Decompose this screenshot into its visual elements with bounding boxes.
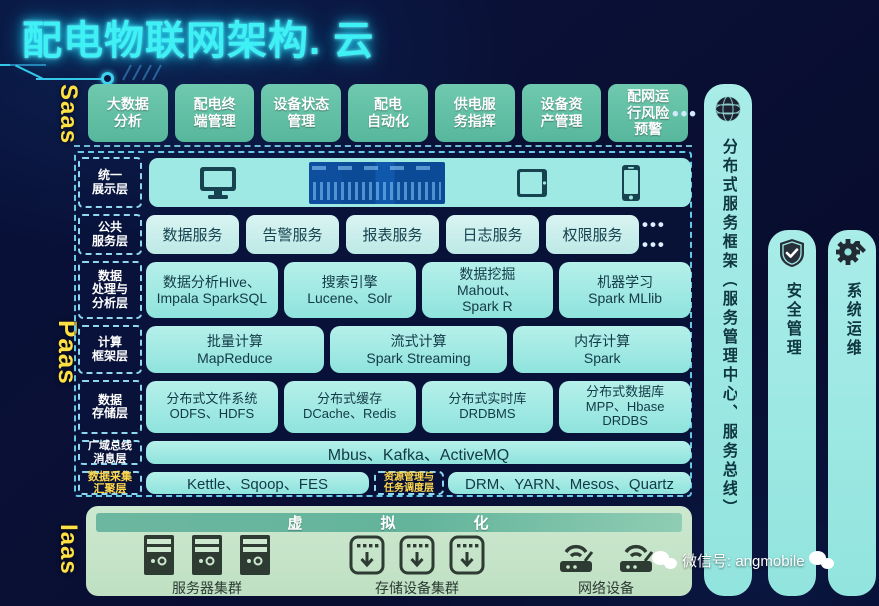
watermark: 微信号: angmobile (652, 550, 835, 571)
iaas-group-storage: 存储设备集群 (302, 535, 532, 596)
row-label-schedule: 资源管理与 任务调度层 (374, 471, 444, 495)
page-title: 配电物联网架构. 云 (22, 19, 375, 63)
iaas-caption-network: 网络设备 (578, 580, 634, 596)
iaas-panel: 虚 拟 化 服务器集群 存储设备集群 网络设备 (86, 506, 692, 596)
paas-cell[interactable]: 机器学习 Spark MLlib (559, 262, 691, 318)
network-globe-icon (713, 94, 743, 129)
saas-card[interactable]: 配电 自动化 (348, 84, 428, 142)
paas-panel: 统一 展示层 公共 服务层 数据服务 告警服务 报表服务 日志服务 权限服务 •… (74, 151, 692, 497)
virtualization-char: 化 (473, 515, 491, 532)
side-panel-distributed-service-framework[interactable]: 分布式服务框架（服务管理中心、服务总线） (704, 84, 752, 596)
row-label-public-service: 公共 服务层 (78, 214, 142, 255)
service-chip[interactable]: 报表服务 (346, 215, 439, 254)
tier-label-iaas: Iaas (55, 524, 82, 575)
storage-icon (349, 535, 385, 575)
saas-paas-divider (74, 145, 692, 147)
storage-icon (449, 535, 485, 575)
row-wide-area-bus-layer: 广域总线 消息层 Mbus、Kafka、ActiveMQ (76, 438, 694, 467)
saas-more-indicator: ••• (672, 104, 698, 125)
service-chip[interactable]: 日志服务 (446, 215, 539, 254)
row-label-bus: 广域总线 消息层 (78, 440, 142, 465)
paas-cell[interactable]: 数据分析Hive、 Impala SparkSQL (146, 262, 278, 318)
saas-application-row: 大数据 分析 配电终 端管理 设备状态 管理 配电 自动化 供电服 务指挥 设备资 产管理 配网运 行风险… (88, 84, 689, 142)
storage-icon (399, 535, 435, 575)
decorative-slash-2 (132, 64, 142, 81)
paas-cell[interactable]: 搜索引擎 Lucene、Solr (283, 262, 416, 318)
decorative-slash-1 (122, 64, 132, 81)
tier-label-saas: Saas (55, 84, 82, 145)
collect-layer-value: Kettle、Sqoop、FES (146, 472, 369, 494)
monitor-icon (198, 165, 238, 201)
paas-cell[interactable]: 分布式文件系统 ODFS、HDFS (146, 381, 278, 433)
row-unified-display-layer: 统一 展示层 (76, 155, 694, 210)
paas-cell[interactable]: 分布式缓存 DCache、Redis (283, 381, 416, 433)
tablet-icon (515, 166, 549, 200)
paas-cell[interactable]: 数据挖掘 Mahout、 Spark R (421, 262, 554, 318)
decorative-line-a (0, 64, 10, 66)
row-label-processing: 数据 处理与 分析层 (78, 261, 142, 319)
paas-cell[interactable]: 批量计算 MapReduce (146, 326, 324, 373)
service-chip[interactable]: 数据服务 (146, 215, 239, 254)
server-icon (240, 535, 270, 575)
row-compute-framework-layer: 计算 框架层 批量计算 MapReduce 流式计算 Spark Streaming 内存… (76, 323, 694, 376)
dashboard-image (308, 161, 445, 204)
wechat-logo-left-icon (652, 550, 678, 571)
server-icon-set (102, 535, 312, 576)
paas-cell[interactable]: 内存计算 Spark (513, 326, 692, 373)
saas-card[interactable]: 大数据 分析 (88, 84, 168, 142)
side-panel-label-system-operations: 系统运维 (843, 282, 861, 358)
row-label-collect: 数据采集 汇聚层 (78, 471, 142, 495)
display-device-strip (149, 158, 691, 207)
decorative-slash-4 (152, 64, 162, 81)
side-panel-system-operations[interactable]: 系统运维 (828, 230, 876, 596)
server-icon (144, 535, 174, 575)
virtualization-char: 虚 (287, 515, 305, 532)
side-panel-label-security-management: 安全管理 (783, 282, 801, 358)
side-panel-security-management[interactable]: 安全管理 (768, 230, 816, 596)
row-label-compute: 计算 框架层 (78, 325, 142, 374)
saas-card[interactable]: 设备资 产管理 (521, 84, 602, 142)
phone-icon (620, 164, 642, 202)
service-chip[interactable]: 权限服务 (546, 215, 639, 254)
row-label-storage: 数据 存储层 (78, 380, 142, 434)
server-icon (192, 535, 222, 575)
watermark-text: 微信号: angmobile (682, 553, 805, 570)
saas-card[interactable]: 供电服 务指挥 (434, 84, 515, 142)
side-panel-label-distributed-service-framework: 分布式服务框架（服务管理中心、服务总线） (719, 138, 737, 518)
paas-cell[interactable]: 分布式数据库 MPP、Hbase DRDBS (559, 381, 691, 433)
wechat-logo-right-icon (808, 550, 835, 571)
paas-cell[interactable]: 流式计算 Spark Streaming (329, 326, 508, 373)
schedule-layer-value: DRM、YARN、Mesos、Quartz (448, 472, 691, 494)
row-data-collection-layer: 数据采集 汇聚层 Kettle、Sqoop、FES 资源管理与 任务调度层 DRM、… (76, 469, 694, 497)
virtualization-char: 拟 (380, 515, 398, 532)
public-service-more: ••• ••• (642, 214, 666, 254)
gear-icon (836, 238, 868, 273)
row-public-service-layer: 公共 服务层 数据服务 告警服务 报表服务 日志服务 权限服务 ••• ••• (76, 212, 694, 257)
iaas-caption-servers: 服务器集群 (172, 580, 242, 596)
virtualization-bar: 虚拟化 (96, 513, 682, 532)
row-data-processing-layer: 数据 处理与 分析层 数据分析Hive、 Impala SparkSQL 搜索引擎 Luc… (76, 259, 694, 321)
storage-icon-set (302, 535, 532, 576)
row-label-display: 统一 展示层 (78, 157, 142, 208)
paas-cell[interactable]: 分布式实时库 DRDBMS (421, 381, 554, 433)
decorative-line-b (36, 78, 106, 80)
service-chip[interactable]: 告警服务 (246, 215, 339, 254)
row-data-storage-layer: 数据 存储层 分布式文件系统 ODFS、HDFS 分布式缓存 DCache、Redis 分… (76, 378, 694, 436)
iaas-caption-storage: 存储设备集群 (375, 580, 459, 596)
bus-layer-value: Mbus、Kafka、ActiveMQ (146, 441, 691, 464)
iaas-group-servers: 服务器集群 (102, 535, 312, 596)
saas-card[interactable]: 设备状态 管理 (261, 84, 342, 142)
architecture-diagram: 配电物联网架构. 云 Saas Paas Iaas 大数据 分析 配电终 端管理 设备状… (0, 0, 879, 606)
saas-card[interactable]: 配电终 端管理 (174, 84, 255, 142)
decorative-slash-3 (142, 64, 152, 81)
decorative-line-diagonal (15, 64, 43, 80)
shield-check-icon (778, 238, 806, 273)
router-icon (560, 545, 594, 572)
